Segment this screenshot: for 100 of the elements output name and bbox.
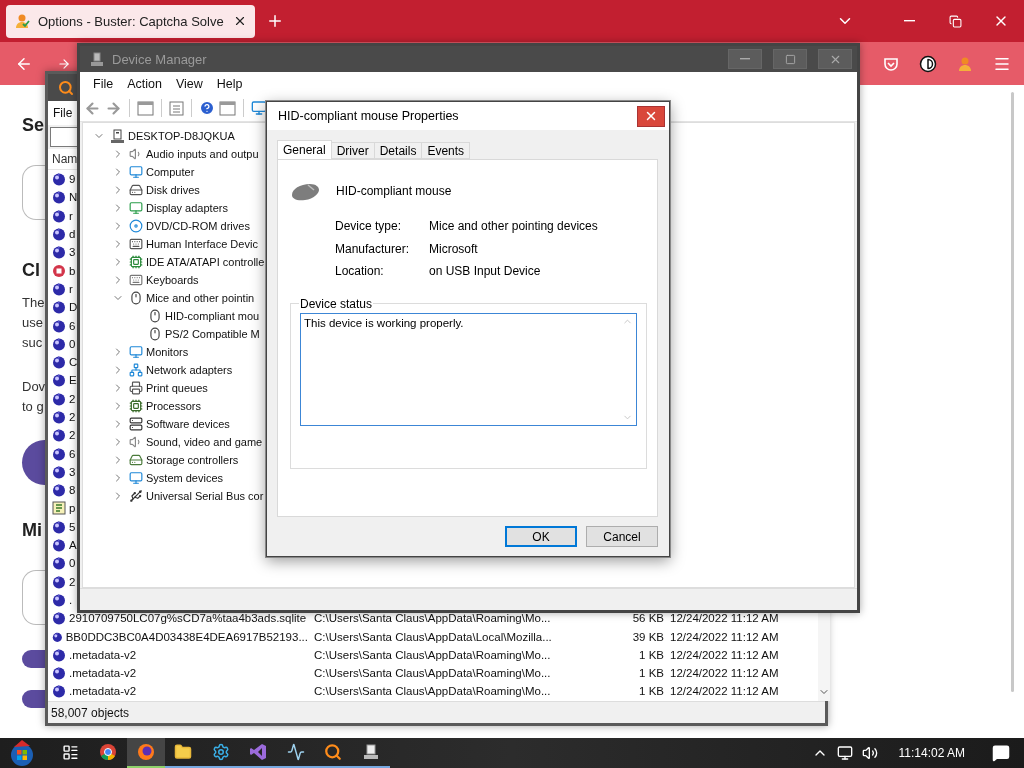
menu-item[interactable]: Action: [120, 76, 169, 91]
tree-item[interactable]: Human Interface Devic: [146, 238, 258, 250]
menu-item[interactable]: File: [51, 106, 75, 120]
file-name[interactable]: 3: [69, 465, 76, 478]
sphere-icon: [52, 464, 66, 479]
file-name[interactable]: 0: [69, 557, 76, 570]
browser-tab[interactable]: Options - Buster: Captcha Solve: [6, 4, 255, 38]
close-button[interactable]: [637, 105, 665, 127]
sphere-icon: [52, 410, 66, 424]
file-name[interactable]: 2910709750LC07g%sCD7a%taa4b3ads.sqlite: [69, 612, 307, 625]
menu-item[interactable]: Help: [209, 76, 250, 91]
pill-button[interactable]: [22, 690, 45, 708]
tree-item[interactable]: DVD/CD-ROM drives: [146, 220, 250, 232]
file-name[interactable]: N: [69, 191, 78, 204]
file-name[interactable]: 6: [69, 447, 76, 460]
file-name[interactable]: 5: [69, 520, 76, 533]
file-size: 56 KB: [631, 612, 664, 625]
menu-item[interactable]: View: [168, 76, 210, 91]
maximize-button[interactable]: [773, 49, 807, 69]
dialog-title: HID-compliant mouse Properties: [278, 109, 459, 123]
list-icon[interactable]: [169, 100, 184, 116]
tree-item[interactable]: Network adapters: [146, 364, 233, 376]
tab[interactable]: General: [277, 140, 332, 159]
file-name[interactable]: 3: [69, 246, 76, 259]
file-name[interactable]: 2: [69, 429, 76, 442]
sphere-icon: [52, 666, 66, 681]
close-icon[interactable]: [233, 14, 247, 28]
file-name[interactable]: 9: [69, 173, 76, 186]
dialog-button[interactable]: OK: [505, 526, 577, 547]
tree-item[interactable]: Mice and other pointin: [146, 292, 255, 304]
tree-item[interactable]: Monitors: [146, 346, 189, 358]
file-date: 12/24/2022 11:12 AM: [670, 630, 780, 643]
sphere-icon: [52, 336, 66, 351]
restore-icon[interactable]: [948, 14, 962, 28]
file-name[interactable]: A: [69, 539, 77, 552]
status-text-field[interactable]: This device is working properly.: [300, 312, 637, 426]
tree-item[interactable]: Software devices: [146, 418, 230, 430]
tree-item[interactable]: PS/2 Compatible M: [165, 328, 260, 340]
file-name[interactable]: .metadata-v2: [69, 648, 137, 661]
windows-orb-icon: [8, 739, 36, 767]
dialog-button[interactable]: Cancel: [586, 526, 658, 547]
tree-item[interactable]: IDE ATA/ATAPI controlle: [146, 256, 265, 268]
pocket-icon[interactable]: [882, 55, 899, 72]
back-icon[interactable]: [84, 99, 101, 117]
tree-item[interactable]: DESKTOP-D8JQKUA: [128, 130, 235, 142]
help-icon[interactable]: [199, 100, 215, 116]
tree-item[interactable]: Keyboards: [146, 274, 199, 286]
tree-item[interactable]: Universal Serial Bus cor: [146, 490, 264, 502]
window-icon[interactable]: [137, 100, 154, 116]
file-name[interactable]: r: [69, 282, 73, 295]
monitor-icon: [129, 345, 143, 359]
tree-item[interactable]: Print queues: [146, 382, 208, 394]
tree-item[interactable]: Computer: [146, 166, 195, 178]
monitor-icon[interactable]: [251, 100, 267, 116]
tree-item[interactable]: HID-compliant mou: [165, 310, 260, 322]
file-name[interactable]: 6: [69, 319, 76, 332]
file-name[interactable]: D: [69, 301, 78, 314]
tree-item[interactable]: Processors: [146, 400, 202, 412]
file-name[interactable]: C: [69, 356, 78, 369]
tab[interactable]: Driver: [330, 142, 375, 159]
chip-icon: [129, 399, 143, 413]
contrast-icon[interactable]: [918, 54, 937, 73]
file-name[interactable]: .metadata-v2: [69, 667, 137, 680]
tree-item[interactable]: Audio inputs and outpu: [146, 148, 259, 160]
pill-button[interactable]: [22, 650, 45, 668]
tree-item[interactable]: Display adapters: [146, 202, 228, 214]
file-name[interactable]: .: [69, 593, 73, 606]
file-name[interactable]: 2: [69, 411, 76, 423]
extension-icon[interactable]: [956, 55, 973, 72]
network-icon[interactable]: [836, 745, 853, 761]
tree-item[interactable]: System devices: [146, 472, 224, 484]
file-name[interactable]: d: [69, 228, 76, 241]
file-name[interactable]: 2: [69, 575, 76, 588]
clock[interactable]: 11:14:02 AM: [898, 746, 965, 760]
forward-icon[interactable]: [105, 99, 122, 117]
window-icon[interactable]: [219, 100, 236, 116]
file-name[interactable]: 0: [69, 337, 76, 350]
file-name[interactable]: 2: [69, 392, 76, 405]
file-name[interactable]: .metadata-v2: [69, 685, 137, 698]
minimize-icon[interactable]: [903, 20, 915, 22]
round-button[interactable]: [22, 440, 45, 485]
file-name[interactable]: 8: [69, 484, 76, 497]
file-name[interactable]: BB0DDC3BC0A4D03438E4DEA6917B52193...: [65, 630, 308, 643]
menu-item[interactable]: File: [86, 76, 121, 91]
sphere-icon: [52, 538, 66, 553]
new-tab-icon[interactable]: [266, 12, 284, 30]
volume-icon[interactable]: [861, 745, 878, 761]
file-name[interactable]: r: [69, 209, 73, 222]
tab[interactable]: Details: [373, 142, 423, 159]
tree-item[interactable]: Storage controllers: [146, 454, 239, 466]
tab[interactable]: Events: [421, 142, 471, 159]
sphere-icon: [52, 556, 66, 571]
file-name[interactable]: E: [69, 374, 77, 387]
tree-item[interactable]: Disk drives: [146, 184, 200, 196]
forward-icon[interactable]: [57, 56, 71, 71]
notification-icon[interactable]: [992, 744, 1010, 762]
file-name[interactable]: b: [69, 264, 76, 277]
column-header[interactable]: Nam: [52, 152, 78, 166]
file-name[interactable]: p: [69, 502, 76, 515]
tree-item[interactable]: Sound, video and game: [146, 436, 263, 448]
